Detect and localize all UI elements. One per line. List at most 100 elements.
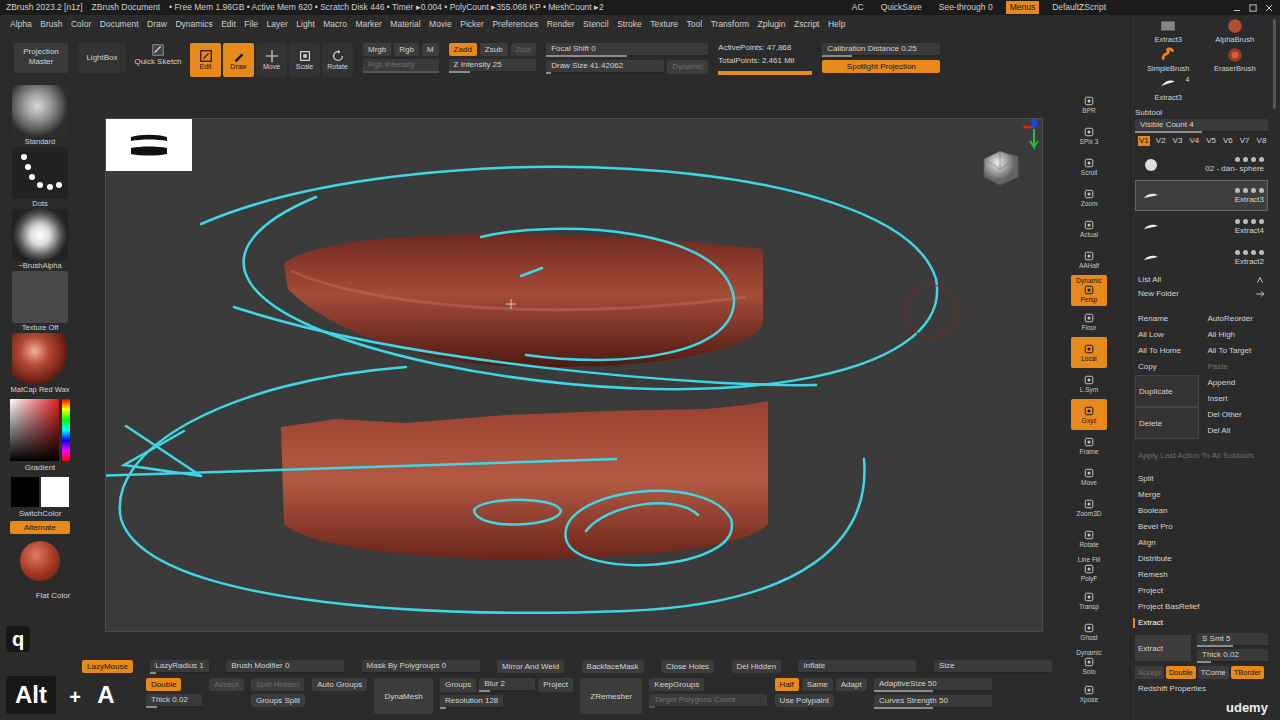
version-button[interactable]: V4 — [1188, 136, 1200, 146]
smooth-slider[interactable]: S Smt 5 — [1197, 633, 1268, 647]
menu-item[interactable]: Stencil — [583, 18, 609, 31]
visible-count-slider[interactable]: Visible Count 4 — [1135, 119, 1268, 133]
view-button[interactable]: BPR — [1071, 89, 1107, 120]
toggle-dot-icon[interactable] — [1259, 157, 1264, 162]
menu-item[interactable]: Stroke — [617, 18, 642, 31]
bottom-control[interactable]: Adapt — [836, 678, 867, 691]
color-swatches[interactable] — [11, 477, 69, 507]
toggle-dot-icon[interactable] — [1251, 188, 1256, 193]
toggle-dot-icon[interactable] — [1243, 219, 1248, 224]
view-button[interactable]: DynamicSolo — [1071, 647, 1107, 678]
bottom-control[interactable]: Mask By Polygroups 0 — [362, 660, 480, 674]
view-button[interactable]: Move — [1071, 461, 1107, 492]
switch-color-label[interactable]: SwitchColor — [19, 508, 62, 520]
bottom-control[interactable]: Double — [146, 678, 181, 691]
view-button[interactable]: Transp — [1071, 585, 1107, 616]
view-button[interactable]: Line FillPolyF — [1071, 554, 1107, 585]
toggle-dot-icon[interactable] — [1243, 250, 1248, 255]
action-button[interactable]: All To Target — [1205, 343, 1269, 359]
extract-toggle[interactable]: TCorne — [1198, 666, 1229, 679]
color-mode-button[interactable]: Rgb — [394, 43, 419, 56]
bottom-control[interactable]: Del Hidden — [732, 660, 782, 673]
subtool-item[interactable]: Extract3 — [1135, 180, 1268, 211]
mode-button[interactable]: Edit — [190, 43, 221, 77]
bottom-control[interactable]: Use Polypaint — [775, 694, 834, 707]
menu-item[interactable]: Layer — [267, 18, 288, 31]
action-button[interactable]: Copy — [1135, 359, 1199, 375]
hue-strip[interactable] — [62, 399, 70, 461]
view-button[interactable]: AAHalf — [1071, 244, 1107, 275]
color-mode-button[interactable]: Mrgb — [363, 43, 391, 56]
sculpt-mode-button[interactable]: Zsub — [480, 43, 508, 56]
menu-item[interactable]: Edit — [221, 18, 236, 31]
material-thumb[interactable]: MatCap Red Wax — [11, 333, 70, 394]
projection-master-button[interactable]: Projection Master — [14, 43, 68, 73]
version-button[interactable]: V7 — [1239, 136, 1251, 146]
action-button[interactable]: Duplicate — [1135, 375, 1199, 407]
view-button[interactable]: Actual — [1071, 213, 1107, 244]
mode-button[interactable]: Move — [256, 43, 287, 77]
action-button[interactable]: Del All — [1205, 423, 1269, 439]
menu-item[interactable]: Movie — [429, 18, 452, 31]
bottom-control[interactable]: Half — [775, 678, 799, 691]
toggle-dot-icon[interactable] — [1259, 188, 1264, 193]
lightbox-button[interactable]: LightBox — [78, 43, 126, 73]
draw-size-slider[interactable]: Draw Size 41.42062 — [546, 60, 664, 74]
menu-item[interactable]: Zscript — [794, 18, 820, 31]
brush-thumb[interactable]: Standard — [12, 85, 68, 146]
color-square[interactable] — [10, 399, 59, 461]
bottom-control[interactable]: Groups Split — [251, 694, 305, 707]
version-button[interactable]: V1 — [1138, 136, 1150, 146]
menu-item[interactable]: Texture — [650, 18, 678, 31]
bottom-control[interactable]: DynaMesh — [374, 678, 432, 714]
action-button[interactable]: Append — [1205, 375, 1269, 391]
view-button[interactable]: DynamicPersp — [1071, 275, 1107, 306]
menu-item[interactable]: Transform — [711, 18, 749, 31]
brush-item[interactable]: EraserBrush — [1202, 46, 1269, 73]
action-button[interactable]: All High — [1205, 327, 1269, 343]
section-header[interactable]: Project BasRelief — [1135, 599, 1268, 615]
toggle-dot-icon[interactable] — [1243, 188, 1248, 193]
version-button[interactable]: V6 — [1222, 136, 1234, 146]
section-header[interactable]: Split — [1135, 471, 1268, 487]
action-button[interactable]: Rename — [1135, 311, 1199, 327]
quick-sketch-button[interactable]: Quick Sketch — [136, 43, 180, 66]
brush-item[interactable]: Extract3 — [1135, 17, 1202, 44]
toggle-dot-icon[interactable] — [1251, 219, 1256, 224]
action-button[interactable]: All To Home — [1135, 343, 1199, 359]
menu-item[interactable]: Light — [296, 18, 314, 31]
section-header[interactable]: Project — [1135, 583, 1268, 599]
bottom-control[interactable]: AdaptiveSize 50 — [874, 678, 992, 692]
version-button[interactable]: V2 — [1155, 136, 1167, 146]
toggle-dot-icon[interactable] — [1235, 157, 1240, 162]
subtool-title[interactable]: Subtool — [1135, 107, 1268, 119]
calibration-slider[interactable]: Calibration Distance 0.25 — [822, 43, 940, 57]
section-header[interactable]: Remesh — [1135, 567, 1268, 583]
menu-item[interactable]: Brush — [40, 18, 62, 31]
color-mode-button[interactable]: M — [422, 43, 439, 56]
bottom-control[interactable]: Curves Strength 50 — [874, 695, 992, 709]
mode-button[interactable]: Draw — [223, 43, 254, 77]
bottom-control[interactable]: KeepGroups — [649, 678, 704, 691]
redshift-properties[interactable]: Redshift Properties — [1135, 683, 1268, 695]
menu-item[interactable]: Dynamics — [175, 18, 212, 31]
bottom-control[interactable]: Brush Modifier 0 — [226, 660, 344, 674]
tray-scrollbar[interactable] — [1273, 19, 1276, 109]
z-intensity-slider[interactable]: Z Intensity 25 — [449, 59, 537, 73]
toggle-dot-icon[interactable] — [1259, 250, 1264, 255]
subtool-item[interactable]: 02 - dan- sphere — [1135, 149, 1268, 180]
toggle-dot-icon[interactable] — [1251, 157, 1256, 162]
title-button[interactable]: DefaultZScript — [1048, 1, 1110, 14]
stroke-thumb[interactable]: Dots — [12, 147, 68, 208]
extract-toggle[interactable]: Double — [1166, 666, 1196, 679]
title-button[interactable]: See-through 0 — [935, 1, 997, 14]
list-all-button[interactable]: List All — [1138, 274, 1161, 286]
view-button[interactable]: Local — [1071, 337, 1107, 368]
bottom-control[interactable]: Project — [538, 678, 573, 692]
brush-item[interactable]: SimpleBrush — [1135, 46, 1202, 73]
section-header[interactable]: Align — [1135, 535, 1268, 551]
menu-item[interactable]: Zplugin — [758, 18, 786, 31]
bottom-control[interactable]: Size — [934, 660, 1052, 674]
document-canvas[interactable] — [105, 118, 1043, 632]
bottom-control[interactable]: LazyRadius 1 — [150, 660, 208, 674]
